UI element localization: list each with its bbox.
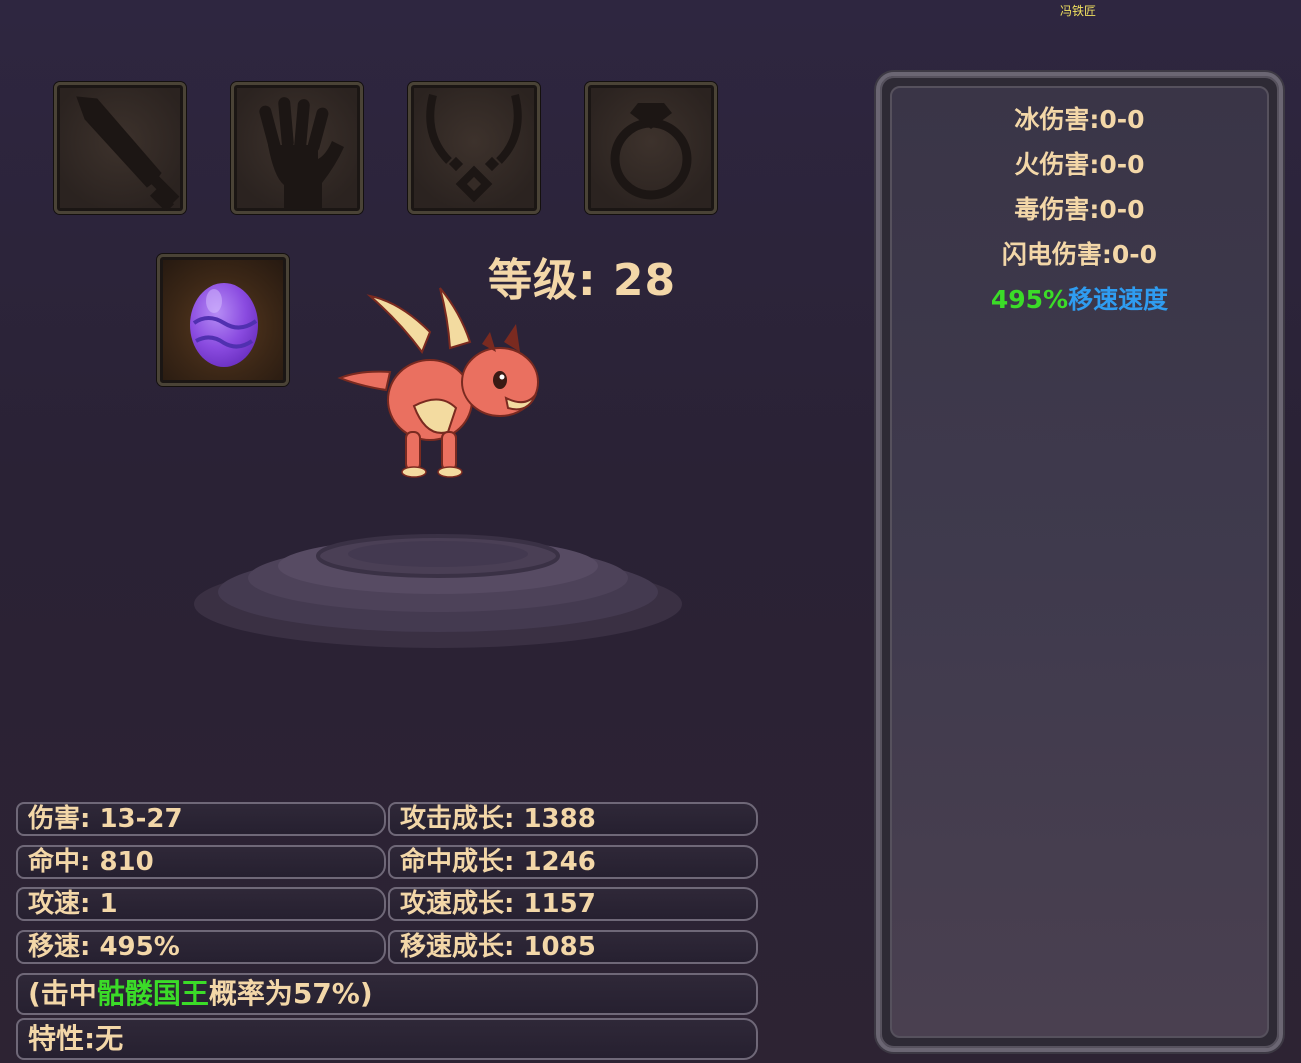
equip-slot-necklace[interactable] [408, 82, 540, 214]
glove-icon [259, 97, 344, 209]
pet-pedestal [194, 534, 682, 648]
sword-icon [76, 96, 180, 211]
trait-text: 特性:无 [16, 1018, 758, 1060]
move-bonus-label: 移速速度 [1068, 285, 1169, 314]
npc-name-label: 冯铁匠 [1059, 4, 1096, 18]
ring-icon [610, 103, 692, 200]
hit-stat: 命中: 810 [16, 845, 386, 879]
move-speed-growth-stat: 移速成长: 1085 [388, 930, 758, 964]
poison-damage-text: 毒伤害:0-0 [1014, 195, 1145, 224]
attack-growth-stat: 攻击成长: 1388 [388, 802, 758, 836]
effect-target-name: 骷髅国王 [96, 977, 209, 1010]
equip-slot-gloves[interactable] [231, 82, 363, 214]
dragon-egg-icon [190, 283, 258, 367]
necklace-icon [426, 94, 522, 203]
damage-stat: 伤害: 13-27 [16, 802, 386, 836]
attack-speed-stat: 攻速: 1 [16, 887, 386, 921]
equip-slot-ring[interactable] [585, 82, 717, 214]
dragon-pet-sprite [337, 287, 539, 478]
attack-speed-growth-stat: 攻速成长: 1157 [388, 887, 758, 921]
move-bonus-value: 495% [990, 285, 1069, 314]
attribute-panel-inner: 冰伤害:0-0 火伤害:0-0 毒伤害:0-0 闪电伤害:0-0 495%移速速… [890, 86, 1269, 1038]
equip-slot-weapon[interactable] [54, 82, 186, 214]
effect-suffix: 概率为57%) [208, 977, 373, 1010]
attribute-panel: 冰伤害:0-0 火伤害:0-0 毒伤害:0-0 闪电伤害:0-0 495%移速速… [876, 72, 1283, 1052]
special-effect-text: (击中骷髅国王概率为57%) [16, 973, 758, 1015]
lightning-damage-text: 闪电伤害:0-0 [1001, 240, 1158, 269]
fire-damage-text: 火伤害:0-0 [1014, 150, 1145, 179]
pet-slot[interactable] [157, 254, 289, 386]
effect-prefix: (击中 [28, 977, 97, 1010]
move-speed-stat: 移速: 495% [16, 930, 386, 964]
move-speed-bonus-text: 495%移速速度 [892, 280, 1267, 316]
ice-damage-text: 冰伤害:0-0 [1014, 105, 1145, 134]
hit-growth-stat: 命中成长: 1246 [388, 845, 758, 879]
